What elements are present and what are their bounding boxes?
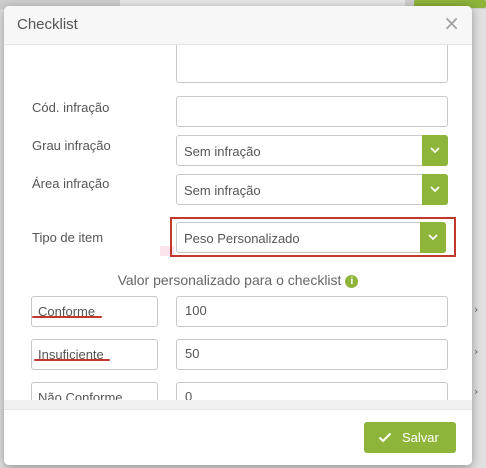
chevron-down-icon[interactable] — [422, 135, 448, 166]
background-right-edge — [472, 10, 486, 468]
conforme-value-input[interactable]: 100 — [176, 296, 448, 327]
grau-infracao-select[interactable]: Sem infração — [176, 135, 448, 166]
description-textarea[interactable] — [176, 45, 448, 83]
checklist-modal: Checklist × Cód. infração Grau infração … — [4, 6, 472, 465]
save-button-label: Salvar — [402, 430, 439, 445]
background-chevron-icon: › — [474, 385, 479, 398]
modal-body: Cód. infração Grau infração Sem infração… — [4, 45, 472, 409]
close-icon[interactable]: × — [443, 13, 460, 33]
underline-annotation — [34, 359, 110, 361]
grau-infracao-value: Sem infração — [184, 144, 261, 159]
modal-title: Checklist — [17, 16, 78, 33]
modal-header: Checklist × — [4, 6, 472, 45]
tipo-item-value: Peso Personalizado — [184, 231, 300, 246]
chevron-down-icon[interactable] — [420, 222, 446, 253]
insuficiente-label-field[interactable]: Insuficiente — [31, 339, 158, 370]
custom-values-title: Valor personalizado para o checklist i — [4, 272, 472, 288]
background-chevron-icon: › — [474, 303, 479, 316]
chevron-down-icon[interactable] — [422, 174, 448, 205]
area-infracao-value: Sem infração — [184, 183, 261, 198]
custom-values-title-text: Valor personalizado para o checklist — [117, 272, 342, 288]
area-infracao-select[interactable]: Sem infração — [176, 174, 448, 205]
modal-footer: Salvar — [4, 409, 472, 465]
underline-annotation — [32, 316, 102, 318]
tipo-item-label: Tipo de item — [32, 230, 104, 245]
grau-infracao-label: Grau infração — [32, 138, 111, 153]
scroll-fade — [4, 400, 472, 409]
save-button[interactable]: Salvar — [364, 422, 456, 453]
background-chevron-icon: › — [474, 345, 479, 358]
area-infracao-label: Área infração — [32, 176, 110, 191]
info-icon[interactable]: i — [345, 275, 359, 288]
cod-infracao-label: Cód. infração — [32, 100, 110, 115]
cod-infracao-input[interactable] — [176, 96, 448, 127]
insuficiente-value-input[interactable]: 50 — [176, 339, 448, 370]
tipo-item-select[interactable]: Peso Personalizado — [176, 222, 446, 253]
check-icon — [378, 432, 392, 443]
conforme-label-field[interactable]: Conforme — [31, 296, 158, 327]
